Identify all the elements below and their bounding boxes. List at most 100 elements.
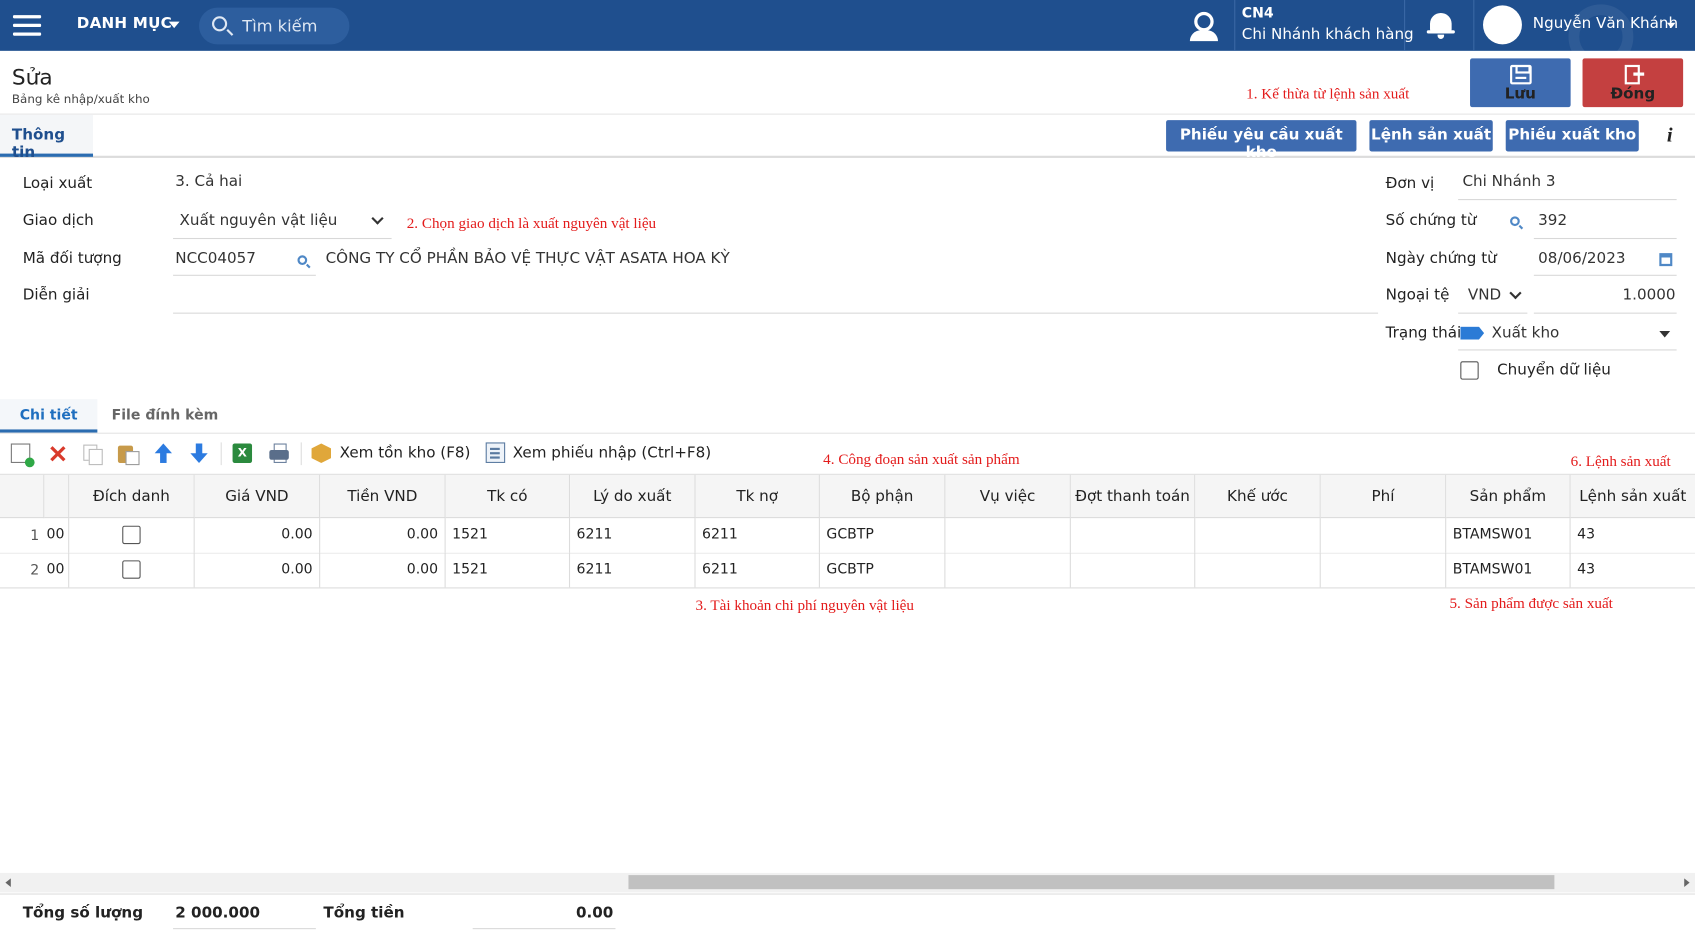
lookup-search-icon[interactable] [1510, 216, 1520, 227]
object-code-input[interactable]: NCC04057 [175, 250, 256, 267]
hamburger-menu-icon[interactable] [12, 15, 42, 37]
price-cell[interactable]: 0.00 [195, 518, 321, 553]
print-icon[interactable] [269, 443, 289, 463]
scroll-left-arrow-icon[interactable] [5, 878, 11, 887]
column-header[interactable]: Đợt thanh toán [1070, 474, 1196, 519]
contract-cell[interactable] [1195, 518, 1321, 553]
issue-reason-cell[interactable]: 6211 [570, 552, 696, 588]
column-header[interactable]: Đích danh [69, 474, 195, 519]
support-agent-icon[interactable] [1187, 9, 1222, 42]
chevron-down-icon[interactable] [1509, 287, 1522, 300]
production-order-cell[interactable]: 43 [1571, 518, 1695, 553]
case-cell[interactable] [945, 518, 1071, 553]
quantity-cell[interactable]: 00 [44, 552, 70, 588]
lookup-search-icon[interactable] [297, 255, 308, 266]
transfer-data-checkbox[interactable] [1460, 361, 1479, 380]
warehouse-request-button[interactable]: Phiếu yêu cầu xuất kho [1166, 120, 1357, 161]
currency-label: Ngoại tệ [1385, 286, 1450, 304]
branch-code[interactable]: CN4 [1242, 5, 1274, 21]
horizontal-scrollbar[interactable] [0, 872, 1695, 893]
transaction-select[interactable]: Xuất nguyên vật liệu [180, 212, 338, 229]
underline [173, 312, 1379, 314]
issue-reason-cell[interactable]: 6211 [570, 518, 696, 553]
column-header[interactable]: Giá VND [194, 474, 321, 519]
copy-icon[interactable] [82, 443, 103, 466]
column-header[interactable]: Khế ước [1195, 474, 1321, 519]
currency-select[interactable]: VND [1468, 287, 1501, 304]
debit-account-cell[interactable]: 6211 [696, 518, 820, 553]
close-button[interactable]: Đóng [1582, 58, 1684, 108]
identify-checkbox[interactable] [122, 525, 141, 545]
issue-type-value[interactable]: 3. Cả hai [175, 173, 242, 190]
tab-detail[interactable]: Chi tiết [0, 399, 98, 433]
save-button[interactable]: Lưu [1470, 58, 1571, 108]
calendar-icon[interactable] [1659, 253, 1673, 267]
column-header[interactable]: Tk có [445, 474, 571, 519]
caret-down-icon[interactable] [168, 21, 180, 29]
tab-info[interactable]: Thông tin [0, 114, 94, 161]
delete-row-icon[interactable] [48, 443, 67, 462]
contract-cell[interactable] [1195, 552, 1321, 588]
price-cell[interactable]: 0.00 [195, 552, 321, 588]
credit-account-cell[interactable]: 1521 [446, 552, 571, 588]
search-box[interactable]: Tìm kiếm [199, 7, 350, 45]
debit-account-cell[interactable]: 6211 [696, 552, 820, 588]
warehouse-issue-button[interactable]: Phiếu xuất kho [1505, 120, 1639, 152]
column-header[interactable]: Lệnh sản xuất [1570, 474, 1695, 519]
view-stock-button[interactable]: Xem tồn kho (F8) [340, 445, 471, 462]
fee-cell[interactable] [1321, 552, 1447, 588]
scroll-right-arrow-icon[interactable] [1684, 878, 1690, 887]
production-order-button[interactable]: Lệnh sản xuất [1369, 120, 1493, 152]
move-down-icon[interactable] [190, 443, 208, 463]
voucher-date-label: Ngày chứng từ [1385, 249, 1497, 268]
excel-export-icon[interactable]: X [232, 443, 253, 463]
payment-phase-cell[interactable] [1071, 552, 1196, 588]
transaction-label: Giao dịch [22, 212, 94, 230]
info-icon[interactable]: i [1667, 124, 1673, 148]
identify-cell [69, 552, 195, 588]
column-header[interactable]: Lý do xuất [570, 474, 696, 519]
category-menu-label[interactable]: DANH MỤC [77, 15, 172, 32]
product-cell[interactable]: BTAMSW01 [1446, 518, 1571, 553]
column-header[interactable]: Phí [1320, 474, 1447, 519]
quantity-cell[interactable]: 00 [44, 518, 70, 553]
case-cell[interactable] [945, 552, 1071, 588]
amount-cell[interactable]: 0.00 [320, 518, 446, 553]
exchange-rate-input[interactable]: 1.0000 [1536, 287, 1676, 304]
caret-down-icon[interactable] [1659, 331, 1671, 338]
inventory-box-icon [311, 443, 332, 463]
branch-name[interactable]: Chi Nhánh khách hàng [1242, 26, 1414, 43]
paste-icon[interactable] [117, 443, 140, 466]
payment-phase-cell[interactable] [1071, 518, 1196, 553]
fee-cell[interactable] [1321, 518, 1447, 553]
view-receipt-button[interactable]: Xem phiếu nhập (Ctrl+F8) [513, 445, 711, 462]
description-input[interactable] [175, 287, 1376, 311]
user-menu-caret-icon[interactable] [1666, 22, 1676, 29]
avatar[interactable] [1483, 5, 1522, 45]
move-up-icon[interactable] [154, 443, 172, 463]
column-header[interactable]: Tk nợ [695, 474, 820, 519]
voucher-number-input[interactable]: 392 [1538, 212, 1567, 229]
production-order-cell[interactable]: 43 [1571, 553, 1695, 588]
column-header[interactable]: Sản phẩm [1446, 474, 1571, 519]
status-select[interactable]: Xuất kho [1492, 325, 1560, 342]
scrollbar-thumb[interactable] [628, 875, 1555, 890]
notification-bell-icon[interactable] [1426, 10, 1456, 40]
unit-value[interactable]: Chi Nhánh 3 [1462, 173, 1555, 190]
identify-checkbox[interactable] [122, 560, 141, 579]
user-name[interactable]: Nguyễn Văn Khánh [1533, 15, 1678, 32]
voucher-date-input[interactable]: 08/06/2023 [1538, 250, 1625, 267]
column-header[interactable]: Vụ việc [945, 474, 1071, 519]
amount-cell[interactable]: 0.00 [320, 552, 446, 588]
tab-attachments[interactable]: File đính kèm [108, 399, 222, 433]
object-code-label: Mã đối tượng [22, 249, 122, 268]
product-cell[interactable]: BTAMSW01 [1446, 552, 1571, 588]
column-header[interactable]: Bộ phận [819, 474, 946, 519]
credit-account-cell[interactable]: 1521 [446, 518, 571, 553]
chevron-down-icon[interactable] [371, 212, 384, 225]
department-cell[interactable]: GCBTP [820, 552, 946, 588]
add-row-icon[interactable] [10, 443, 35, 468]
column-header[interactable]: Tiền VND [320, 474, 446, 519]
receipt-document-icon [485, 442, 506, 463]
department-cell[interactable]: GCBTP [820, 518, 946, 553]
